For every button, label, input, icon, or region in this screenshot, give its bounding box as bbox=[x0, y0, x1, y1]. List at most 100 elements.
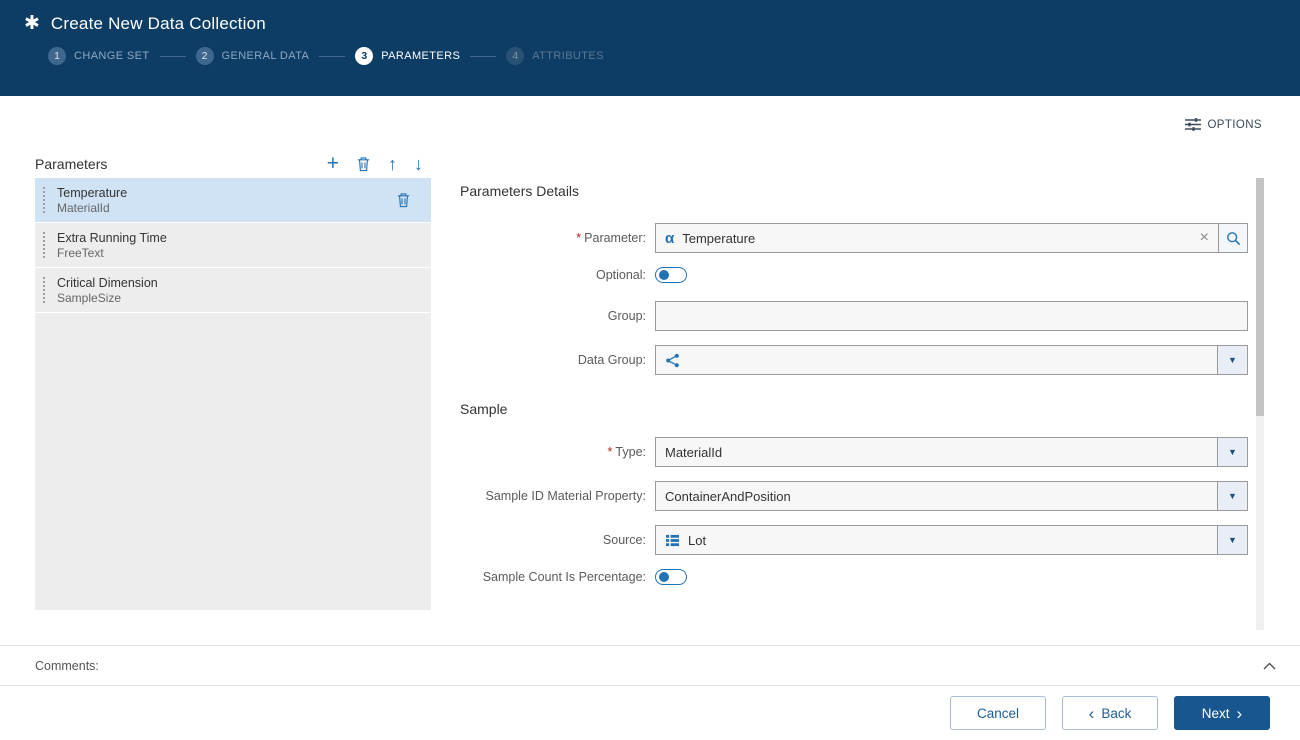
required-marker: * bbox=[576, 231, 581, 245]
data-group-row: Data Group: ▼ bbox=[460, 345, 1248, 375]
chevron-right-icon: › bbox=[1237, 705, 1243, 722]
wizard-stepper: 1 CHANGE SET 2 GENERAL DATA 3 PARAMETERS… bbox=[0, 47, 1300, 65]
required-marker: * bbox=[608, 445, 613, 459]
list-item-temperature[interactable]: Temperature MaterialId bbox=[35, 178, 431, 223]
type-label: *Type: bbox=[460, 445, 655, 459]
add-parameter-button[interactable]: + bbox=[327, 155, 339, 173]
optional-toggle[interactable] bbox=[655, 267, 687, 283]
list-item-title: Temperature bbox=[57, 185, 127, 201]
back-label: Back bbox=[1101, 706, 1131, 721]
vertical-scrollbar[interactable] bbox=[1256, 178, 1264, 630]
trash-icon bbox=[356, 156, 371, 172]
data-group-dropdown[interactable]: ▼ bbox=[655, 345, 1248, 375]
step-number: 4 bbox=[506, 47, 524, 65]
chevron-down-icon[interactable]: ▼ bbox=[1217, 346, 1247, 374]
source-row: Source: Lot ▼ bbox=[460, 525, 1248, 555]
drag-handle-icon[interactable] bbox=[43, 187, 47, 213]
sample-id-value: ContainerAndPosition bbox=[665, 489, 791, 504]
table-icon bbox=[665, 534, 680, 547]
sliders-icon bbox=[1185, 118, 1201, 131]
step-label: PARAMETERS bbox=[381, 50, 460, 62]
move-up-button[interactable]: ↑ bbox=[388, 155, 397, 173]
details-title: Parameters Details bbox=[460, 183, 1248, 199]
type-value: MaterialId bbox=[665, 445, 722, 460]
footer: Cancel ‹ Back Next › bbox=[0, 686, 1300, 740]
delete-parameter-button[interactable] bbox=[356, 156, 371, 172]
parameters-panel-title: Parameters bbox=[35, 156, 107, 172]
step-connector bbox=[160, 56, 186, 57]
optional-label: Optional: bbox=[460, 268, 655, 282]
drag-handle-icon[interactable] bbox=[43, 277, 47, 303]
step-connector bbox=[470, 56, 496, 57]
parameters-panel: Parameters + ↑ ↓ Temperature MaterialId bbox=[35, 150, 431, 610]
group-label: Group: bbox=[460, 309, 655, 323]
sample-count-label: Sample Count Is Percentage: bbox=[460, 570, 655, 584]
title-row: ✱ Create New Data Collection bbox=[0, 0, 1300, 34]
list-item-texts: Temperature MaterialId bbox=[57, 185, 127, 216]
options-button[interactable]: OPTIONS bbox=[1185, 118, 1262, 131]
cancel-label: Cancel bbox=[977, 706, 1019, 721]
scrollbar-thumb[interactable] bbox=[1256, 178, 1264, 416]
chevron-down-icon[interactable]: ▼ bbox=[1217, 438, 1247, 466]
back-button[interactable]: ‹ Back bbox=[1062, 696, 1158, 730]
page-title: Create New Data Collection bbox=[51, 14, 266, 34]
search-icon bbox=[1226, 231, 1241, 246]
parameters-details-section: Parameters Details *Parameter: α Tempera… bbox=[460, 183, 1248, 603]
parameter-label: *Parameter: bbox=[460, 231, 655, 245]
cancel-button[interactable]: Cancel bbox=[950, 696, 1046, 730]
list-item-texts: Extra Running Time FreeText bbox=[57, 230, 167, 261]
source-label: Source: bbox=[460, 533, 655, 547]
sample-id-label: Sample ID Material Property: bbox=[460, 489, 655, 503]
source-dropdown[interactable]: Lot ▼ bbox=[655, 525, 1248, 555]
clear-icon[interactable]: × bbox=[1200, 230, 1209, 246]
app-window: ✱ Create New Data Collection 1 CHANGE SE… bbox=[0, 0, 1300, 740]
chevron-up-icon bbox=[1263, 662, 1276, 670]
sample-id-dropdown[interactable]: ContainerAndPosition ▼ bbox=[655, 481, 1248, 511]
data-group-label: Data Group: bbox=[460, 353, 655, 367]
options-label: OPTIONS bbox=[1207, 119, 1262, 131]
comments-label: Comments: bbox=[35, 659, 99, 673]
comments-collapse-button[interactable] bbox=[1263, 662, 1276, 670]
step-general-data[interactable]: 2 GENERAL DATA bbox=[196, 47, 310, 65]
trash-icon bbox=[396, 192, 411, 208]
type-row: *Type: MaterialId ▼ bbox=[460, 437, 1248, 467]
parameter-search-button[interactable] bbox=[1218, 223, 1248, 253]
alpha-icon: α bbox=[665, 230, 674, 247]
chevron-down-icon[interactable]: ▼ bbox=[1217, 482, 1247, 510]
list-item-title: Extra Running Time bbox=[57, 230, 167, 246]
parameter-field[interactable]: α Temperature × bbox=[655, 223, 1219, 253]
parameter-row: *Parameter: α Temperature × bbox=[460, 223, 1248, 253]
step-attributes[interactable]: 4 ATTRIBUTES bbox=[506, 47, 604, 65]
sample-section-title: Sample bbox=[460, 401, 1248, 417]
app-asterisk-icon: ✱ bbox=[24, 14, 40, 34]
optional-row: Optional: bbox=[460, 267, 1248, 283]
step-parameters[interactable]: 3 PARAMETERS bbox=[355, 47, 460, 65]
list-item-extra-running-time[interactable]: Extra Running Time FreeText bbox=[35, 223, 431, 268]
step-change-set[interactable]: 1 CHANGE SET bbox=[48, 47, 150, 65]
chevron-left-icon: ‹ bbox=[1089, 705, 1095, 722]
type-dropdown[interactable]: MaterialId ▼ bbox=[655, 437, 1248, 467]
drag-handle-icon[interactable] bbox=[43, 232, 47, 258]
step-number: 3 bbox=[355, 47, 373, 65]
list-item-critical-dimension[interactable]: Critical Dimension SampleSize bbox=[35, 268, 431, 313]
list-item-title: Critical Dimension bbox=[57, 275, 158, 291]
header: ✱ Create New Data Collection 1 CHANGE SE… bbox=[0, 0, 1300, 96]
list-item-subtitle: MaterialId bbox=[57, 201, 127, 216]
next-button[interactable]: Next › bbox=[1174, 696, 1270, 730]
group-input[interactable] bbox=[655, 301, 1248, 331]
sample-count-toggle[interactable] bbox=[655, 569, 687, 585]
sample-id-row: Sample ID Material Property: ContainerAn… bbox=[460, 481, 1248, 511]
sample-count-row: Sample Count Is Percentage: bbox=[460, 569, 1248, 585]
parameters-toolbar: + ↑ ↓ bbox=[327, 155, 431, 173]
next-label: Next bbox=[1202, 706, 1230, 721]
source-value: Lot bbox=[688, 533, 706, 548]
step-label: CHANGE SET bbox=[74, 50, 150, 62]
chevron-down-icon[interactable]: ▼ bbox=[1217, 526, 1247, 554]
row-delete-button[interactable] bbox=[396, 192, 411, 213]
comments-bar: Comments: bbox=[0, 645, 1300, 686]
move-down-button[interactable]: ↓ bbox=[414, 155, 423, 173]
step-connector bbox=[319, 56, 345, 57]
list-item-subtitle: SampleSize bbox=[57, 291, 158, 306]
parameters-panel-header: Parameters + ↑ ↓ bbox=[35, 150, 431, 178]
parameters-list: Temperature MaterialId Extra Running Tim… bbox=[35, 178, 431, 610]
